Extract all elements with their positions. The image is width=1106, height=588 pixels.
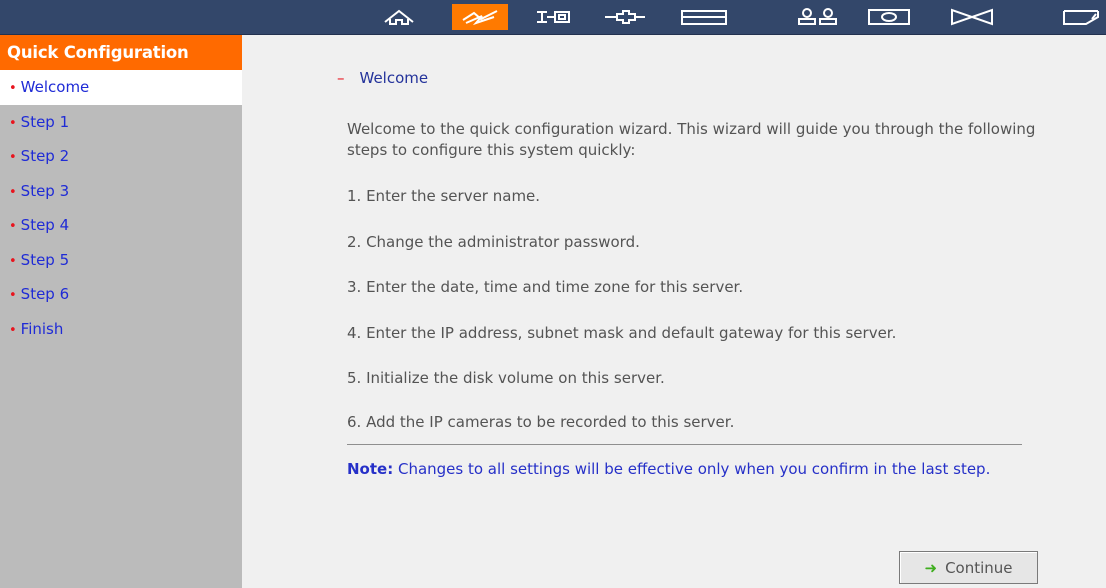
arrow-right-icon: ➜ [924, 558, 938, 577]
quick-config-icon[interactable] [452, 4, 508, 30]
main-content: – Welcome Welcome to the quick configurat… [242, 35, 1106, 588]
continue-label: Continue [945, 558, 1013, 577]
sidebar-item-label: Welcome [20, 78, 90, 96]
bullet-icon: • [9, 322, 17, 338]
note-text: Note: Changes to all settings will be ef… [347, 459, 1017, 480]
sidebar-item-step-2[interactable]: • Step 2 [0, 139, 242, 174]
sidebar-item-step-4[interactable]: • Step 4 [0, 208, 242, 243]
top-toolbar [0, 0, 1106, 35]
bullet-icon: • [9, 115, 17, 131]
sidebar-item-step-6[interactable]: • Step 6 [0, 277, 242, 312]
note-label: Note: [347, 460, 394, 478]
intro-text: Welcome to the quick configuration wizar… [347, 120, 1036, 159]
sidebar-item-label: Finish [20, 319, 64, 338]
network-icon[interactable] [597, 4, 653, 30]
sidebar-item-finish[interactable]: • Finish [0, 312, 242, 347]
sidebar-item-label: Step 3 [20, 181, 70, 200]
section-heading: – Welcome [337, 69, 428, 87]
dash-icon: – [337, 69, 345, 87]
tools-icon[interactable] [1050, 4, 1106, 30]
disk-icon[interactable] [676, 4, 732, 30]
sidebar-item-label: Step 4 [20, 216, 70, 234]
sidebar-item-label: Step 2 [20, 147, 70, 165]
connection-icon[interactable] [944, 4, 1000, 30]
sidebar: Quick Configuration • Welcome • Step 1 • St… [0, 35, 242, 588]
bullet-icon: • [9, 184, 17, 200]
step-text: 2. Change the administrator password. [347, 233, 640, 251]
section-heading-text: Welcome [359, 69, 429, 87]
note-body: Changes to all settings will be effectiv… [393, 460, 991, 478]
bullet-icon: • [9, 81, 17, 96]
sidebar-item-welcome[interactable]: • Welcome [0, 70, 242, 105]
bullet-icon: • [9, 219, 17, 234]
sidebar-item-label: Step 1 [20, 112, 70, 131]
step-text: 5. Initialize the disk volume on this se… [347, 369, 665, 387]
sidebar-item-label: Step 6 [20, 285, 70, 303]
divider [347, 444, 1022, 445]
sidebar-item-step-5[interactable]: • Step 5 [0, 243, 242, 278]
camera-icon[interactable] [861, 4, 917, 30]
users-icon[interactable] [790, 4, 846, 30]
step-text: 4. Enter the IP address, subnet mask and… [347, 324, 897, 342]
sidebar-item-label: Step 5 [20, 250, 70, 269]
sidebar-item-step-1[interactable]: • Step 1 [0, 105, 242, 140]
bullet-icon: • [9, 253, 17, 269]
continue-button[interactable]: ➜ Continue [899, 551, 1038, 584]
home-icon[interactable] [371, 4, 427, 30]
sidebar-title: Quick Configuration [0, 35, 242, 70]
bullet-icon: • [9, 288, 17, 303]
step-text: 3. Enter the date, time and time zone fo… [347, 278, 744, 296]
sidebar-item-step-3[interactable]: • Step 3 [0, 174, 242, 209]
bullet-icon: • [9, 150, 17, 165]
step-text: 6. Add the IP cameras to be recorded to … [347, 413, 735, 431]
system-settings-icon[interactable] [525, 4, 581, 30]
step-text: 1. Enter the server name. [347, 187, 541, 205]
